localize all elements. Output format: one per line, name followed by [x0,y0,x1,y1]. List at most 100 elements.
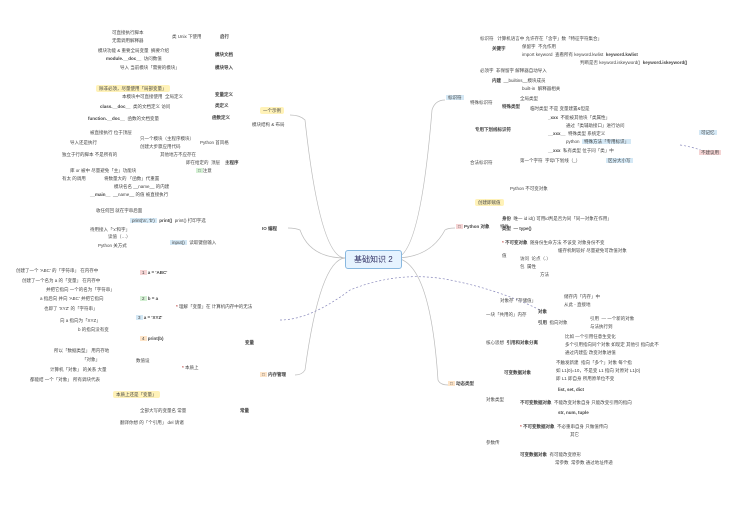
node[interactable]: 向 a 指向为「XYZ」 [60,318,101,324]
node[interactable]: * 不可变数据对象 不必重串自身 只做值传向 [520,424,608,430]
node[interactable]: 3 a = 'XYZ' [136,315,162,320]
node[interactable]: 有太 的调用 [62,176,86,182]
node[interactable]: 模块功能 & 重要全局变量 摘要介绍 [98,48,169,54]
node[interactable]: * 理解「变量」在 计算机内存中的无法 [176,304,252,310]
node[interactable]: Python 不可变对象 [510,186,548,192]
node[interactable]: 也即了 'XYZ' 的「字符串」 [44,306,97,312]
node[interactable]: 内建 __builtins__模块成员 [492,78,546,84]
node[interactable]: __xxx 私有类型 位于同「类」中 [548,148,614,154]
node[interactable]: 其他地方不应存在 [160,152,196,158]
branch-io[interactable]: IO 编程 [262,226,277,232]
node[interactable]: 库 or 被中 尽量避免「主」功能块 [70,168,136,174]
node[interactable]: 4 print(b) [140,336,164,341]
node[interactable]: 即在给定的 顶层 [186,160,220,166]
node[interactable]: 可变数据对象 有可能改变原形 [520,452,581,458]
node[interactable]: 常量 [240,408,249,414]
node[interactable]: module.__doc__ 访问数值 [106,56,162,62]
node[interactable]: 即 L1 即自身 所用原单位不变 [556,376,614,382]
node[interactable]: 收任何回 就在字串后面 [96,208,142,214]
node[interactable]: 临时类型 不是 变量建置&但是 [530,106,590,112]
node[interactable]: 创建了一个名为 a 的「变量」 在内存中 [22,278,100,284]
node[interactable]: 缓存机制较好 尽量避免可改值对象 [558,248,627,254]
node[interactable]: list, set, dict [558,387,584,392]
node[interactable]: 变量定义 [215,92,233,98]
node[interactable]: __main__ __name__ 的值 被直接执行 [90,192,168,198]
node[interactable]: 对象存「存储值」 [500,298,536,304]
node[interactable]: 对象类型 [486,397,504,403]
node[interactable]: 数值设 [136,358,150,364]
node[interactable]: 读值（…） [108,234,131,240]
node[interactable]: 储存内「内存」中 [564,294,600,300]
node[interactable]: 比如 —个引用任意生变化 [565,334,616,340]
node[interactable]: 保留字 不允作用 [522,44,556,50]
node[interactable]: 将数量大的 「函数」代重置 [104,176,159,182]
node[interactable]: 必须字 非保留字 解释器自动导入 [480,68,547,74]
node[interactable]: 主程序 [225,160,239,166]
node[interactable]: 模块文档 [215,52,233,58]
node[interactable]: 参数传 [486,440,500,446]
node[interactable]: 1 a = 'ABC' [140,270,167,275]
node[interactable]: 合法标识符 [470,160,493,166]
node[interactable]: 标识符 计算机语言中 允许存在「含字」数「特征字符集合」 [480,36,602,42]
node[interactable]: 其它 [570,432,579,438]
node[interactable]: 常参数 常参数 通过地址传递 [555,460,613,466]
branch-python-object[interactable]: □ Python 对象 [456,224,489,230]
node[interactable]: function.__doc__ 函数的文档变量 [88,116,159,122]
node[interactable]: Python 首风格 [200,140,229,146]
node[interactable]: 翻译你想 的「个引用」 del 请诸 [120,420,184,426]
node[interactable]: 「对象」 [82,357,100,363]
node[interactable]: 变量 [245,340,254,346]
node[interactable]: 引用 指向对象 [538,320,568,326]
root-node[interactable]: 基础知识 2 [345,250,402,269]
node[interactable]: * 不可变对象 随身份生命方法 不该变 对象身份不变 [502,240,605,246]
node[interactable]: class.__doc__ 类的文档定义 访问 [100,104,170,110]
node[interactable]: 特性 [500,224,509,230]
node[interactable]: 如 L1[0]=10，不是变 L1 指向 对原对 L1[0] [556,368,640,374]
node[interactable]: 所以「数据类型」 用内存地 [54,348,109,354]
node[interactable]: 可变数据对象 [504,370,531,376]
yellow-note[interactable]: 除非必须，尽量使用「局部变量」 [96,86,170,92]
node[interactable]: 全局类型 [520,96,538,102]
node[interactable]: 不触发新建 指向「多个」对象 每个指 [556,360,632,366]
node[interactable]: __xxx__ 特殊类型 系统定义 [548,131,605,137]
node[interactable]: 从此 - 直接地 [564,302,591,308]
node[interactable]: input() 读取键盘输入 [170,240,216,246]
node[interactable]: built-in 解释器相关 [522,86,560,92]
node[interactable]: 函数定义 [212,115,230,121]
node[interactable]: 引用 — 一个新的对象 [590,316,634,322]
node[interactable]: 只一个模块（主程序模块） [140,136,194,142]
node[interactable]: 无需调用解释器 [112,38,144,44]
node-extra[interactable]: 可记忆 [699,130,717,136]
node[interactable]: 身份 唯一 id id() 可用id判是否为同「同一对象在作用」 [502,216,612,222]
node[interactable]: 方法 [540,272,549,278]
node[interactable]: 创建了一个 'ABC' 的「字符串」 在内存中 [16,268,98,274]
node[interactable]: 通过「类辅助接口」进行访问 [566,123,625,129]
node[interactable]: 与法执行到 [590,324,613,330]
node[interactable]: * 本质上 [182,365,199,371]
node[interactable]: 类定义 [215,103,229,109]
node[interactable]: 核心思想 引用和对象分离 [486,340,538,346]
node[interactable]: 一块「共用的」内存 [486,312,527,318]
node[interactable]: 2 b = a [140,296,158,301]
node[interactable]: 对象 [538,309,547,315]
node[interactable]: 全部大写的变量名 常量 [140,408,186,414]
node[interactable]: 都能结 一个「对象」 所有调块代表 [30,377,100,383]
node[interactable]: 计算机「对象」 的关系 大量 [50,367,107,373]
node[interactable]: print('a', 'b') print() print() 打印字选 [130,218,206,224]
node[interactable]: 专用下划线标识符 [475,127,511,133]
yellow-note[interactable]: 本质上还是「变量」 [113,392,160,398]
node[interactable]: 特殊标识符 [470,100,493,106]
node[interactable]: python 特殊方法「专用标识」 [566,139,631,145]
node[interactable]: import keyword 查看所有 keyword.kwlist keywo… [522,52,638,58]
node[interactable]: 通过内建些 改变对象进值 [565,350,616,356]
node[interactable]: 不可变数据对象 不能改变对象自身 只能改变引用的指向 [520,400,632,406]
node[interactable]: 多个引用指向同个对象 如现定 其他引 指向此不 [565,342,659,348]
branch-memory[interactable]: □ 内存管理 [260,372,286,378]
node[interactable]: 区分大小写 [606,158,633,164]
node[interactable]: 待用接入「'x'和字」 [90,227,130,233]
node[interactable]: _xxx 不能被其他块「类属性」 [548,115,610,121]
branch-identifier[interactable]: 标识符 [446,95,464,101]
node-extra[interactable]: 不建议用 [699,150,721,156]
node[interactable]: 本模块中可直接使用 全局定义 [122,94,183,100]
node[interactable]: 导入 当前模块「需要的模块」 [120,65,180,71]
